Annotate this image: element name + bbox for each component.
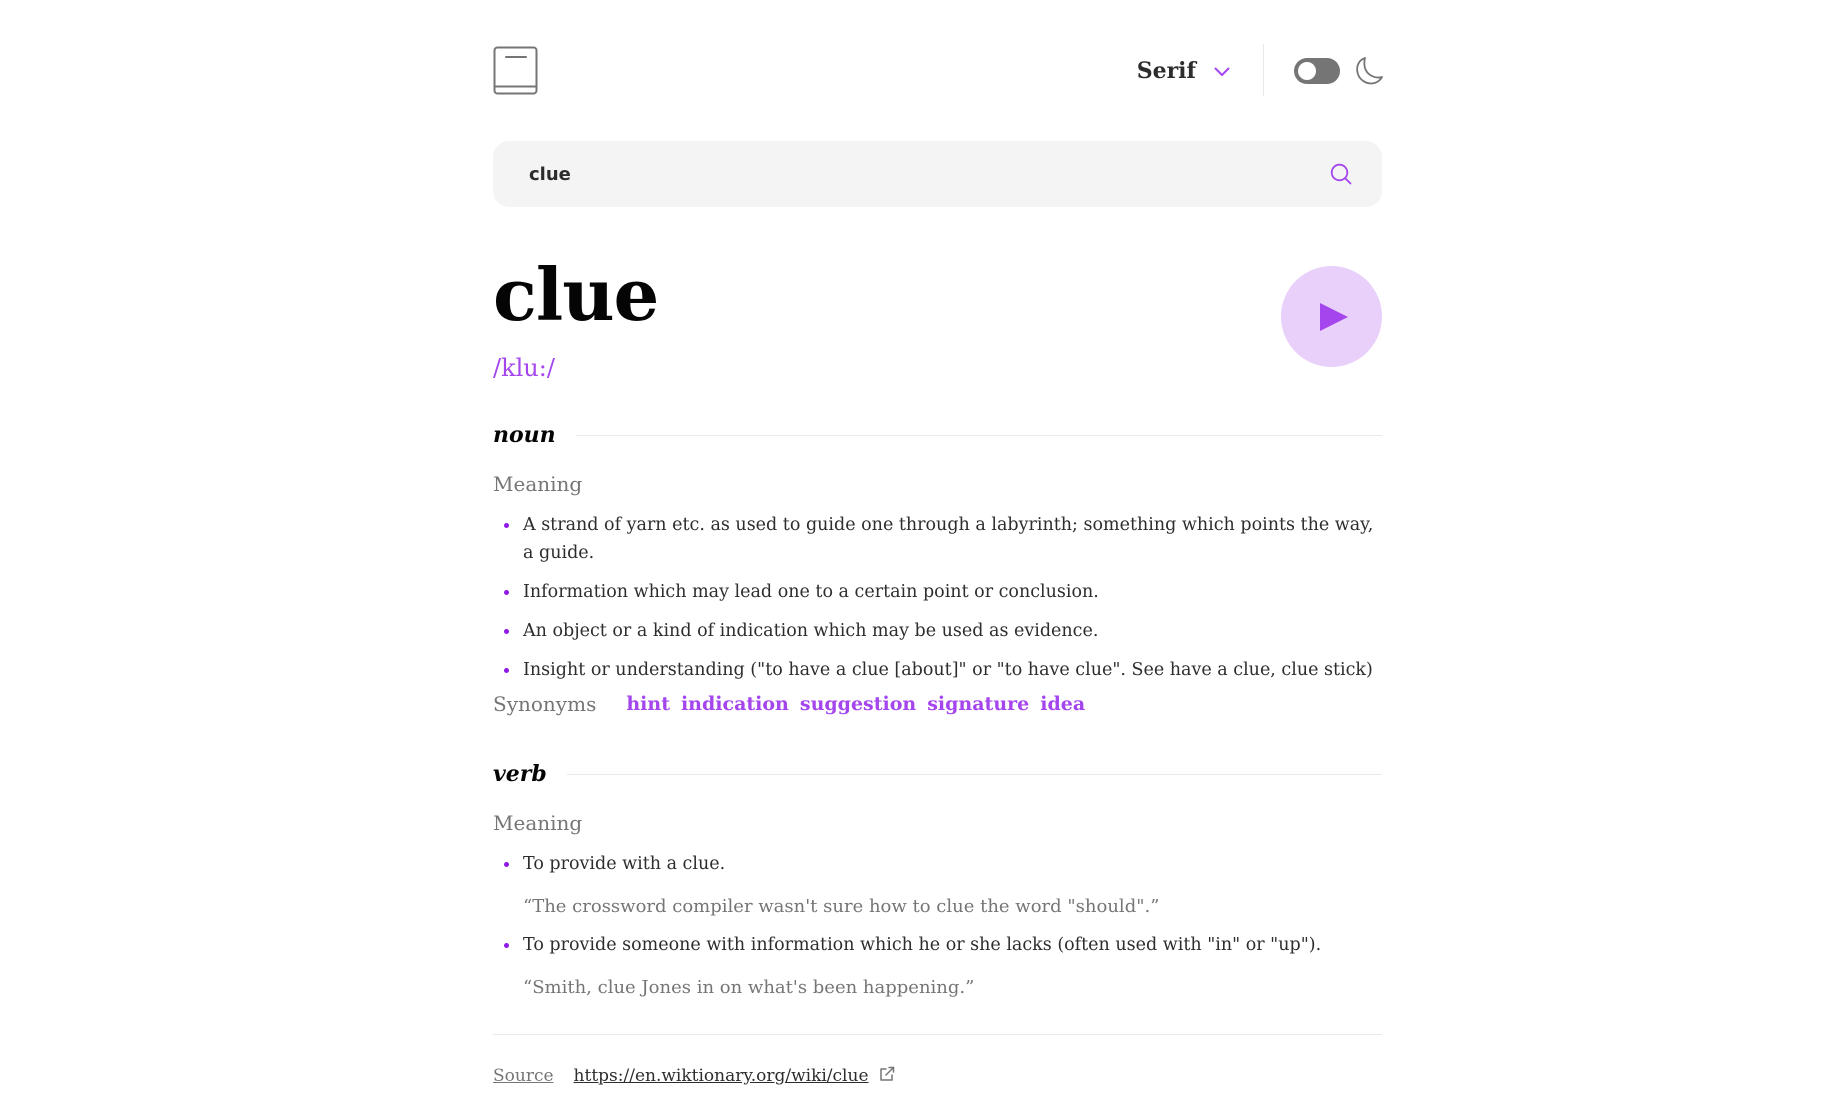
play-icon <box>1320 303 1348 331</box>
section-divider <box>575 434 1382 436</box>
definition-list: A strand of yarn etc. as used to guide o… <box>493 511 1382 684</box>
definition-example: “Smith, clue Jones in on what's been hap… <box>523 977 975 998</box>
section-divider <box>566 773 1382 775</box>
synonym-link[interactable]: indication <box>681 693 789 715</box>
phonetic: /klu:/ <box>493 354 555 382</box>
search-icon[interactable] <box>1330 163 1352 185</box>
section-verb: verb <box>493 757 1382 791</box>
definition-text: Information which may lead one to a cert… <box>523 582 1099 602</box>
synonyms-label: Synonyms <box>493 692 597 716</box>
bullet <box>504 523 509 528</box>
font-family-selected: Serif <box>1136 58 1196 84</box>
definition-text: To provide with a clue. <box>523 854 726 874</box>
bullet <box>504 668 509 673</box>
meaning-label: Meaning <box>493 811 583 835</box>
definition-item: To provide with a clue. <box>493 850 1382 878</box>
header-divider <box>1263 44 1264 96</box>
moon-icon <box>1355 56 1383 86</box>
definition-text: To provide someone with information whic… <box>523 935 1322 955</box>
definition-example: “The crossword compiler wasn't sure how … <box>523 896 1160 917</box>
external-link-icon[interactable] <box>879 1066 895 1086</box>
definition-list: To provide with a clue. “The crossword c… <box>493 850 1382 1002</box>
source-label: Source <box>493 1066 554 1086</box>
book-logo-icon <box>493 46 539 96</box>
part-of-speech: verb <box>493 761 547 787</box>
footer-divider <box>493 1034 1382 1035</box>
definition-item: Information which may lead one to a cert… <box>493 578 1382 606</box>
footer: Source https://en.wiktionary.org/wiki/cl… <box>493 1066 895 1086</box>
header: Serif <box>493 0 1383 140</box>
definition-item: A strand of yarn etc. as used to guide o… <box>493 511 1382 567</box>
word-title: clue <box>493 252 659 337</box>
synonym-link[interactable]: suggestion <box>800 693 916 715</box>
part-of-speech: noun <box>493 422 556 448</box>
definition-item: An object or a kind of indication which … <box>493 617 1382 645</box>
synonym-link[interactable]: hint <box>626 693 670 715</box>
synonym-link[interactable]: signature <box>927 693 1029 715</box>
bullet <box>504 862 509 867</box>
search-input[interactable] <box>529 141 1289 207</box>
source-link[interactable]: https://en.wiktionary.org/wiki/clue <box>574 1066 869 1086</box>
search-bar <box>493 141 1382 207</box>
synonyms-row: Synonyms hint indication suggestion sign… <box>493 692 1096 716</box>
definition-item: Insight or understanding ("to have a clu… <box>493 656 1382 684</box>
meaning-label: Meaning <box>493 472 583 496</box>
font-family-select[interactable]: Serif <box>1137 55 1230 87</box>
synonym-link[interactable]: idea <box>1040 693 1085 715</box>
bullet <box>504 629 509 634</box>
bullet <box>504 943 509 948</box>
definition-text: Insight or understanding ("to have a clu… <box>523 660 1373 680</box>
chevron-down-icon <box>1214 62 1230 81</box>
theme-toggle-knob <box>1298 62 1316 80</box>
section-noun: noun <box>493 418 1382 452</box>
definition-item: To provide someone with information whic… <box>493 931 1382 959</box>
play-pronunciation-button[interactable] <box>1281 266 1382 367</box>
definition-text: A strand of yarn etc. as used to guide o… <box>523 515 1374 563</box>
definition-text: An object or a kind of indication which … <box>523 621 1099 641</box>
theme-toggle[interactable] <box>1294 58 1340 84</box>
bullet <box>504 590 509 595</box>
